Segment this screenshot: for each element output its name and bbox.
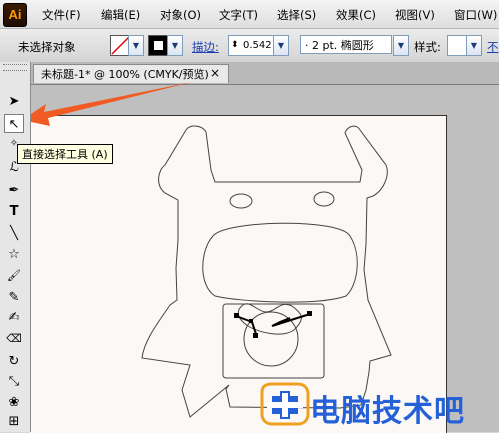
type-tool-icon[interactable]: T — [4, 202, 24, 221]
star-tool-icon[interactable]: ☆ — [4, 245, 24, 264]
anchor-point — [249, 319, 253, 323]
selection-tool-icon[interactable]: ➤ — [4, 92, 24, 111]
watermark-text: 电脑技术吧 — [310, 394, 465, 429]
pen-tool-icon[interactable]: ✒ — [4, 181, 24, 200]
blob-brush-tool-icon[interactable]: ✍ — [4, 308, 24, 327]
direct-select-handle-curve-right — [271, 313, 311, 327]
pencil-tool-icon[interactable]: ✎ — [4, 288, 24, 307]
eraser-tool-icon[interactable]: ⌫ — [4, 329, 24, 348]
cow-left-nostril — [229, 193, 253, 209]
rotate-tool-icon[interactable]: ↻ — [4, 352, 24, 371]
free-transform-tool-icon[interactable]: ⊞ — [4, 412, 24, 431]
anchor-point — [253, 333, 258, 338]
tool-tooltip: 直接选择工具 (A) — [17, 144, 113, 164]
pointer-arrow — [22, 82, 192, 126]
paintbrush-tool-icon[interactable]: 🖌 — [4, 266, 24, 285]
anchor-point — [307, 311, 312, 316]
cow-right-nostril — [313, 191, 335, 207]
cow-body-outline — [141, 125, 392, 418]
anchor-point — [234, 313, 239, 318]
direct-selection-tool-icon[interactable]: ↖ — [4, 114, 24, 133]
toolbox-grip[interactable] — [3, 64, 27, 71]
scale-tool-icon[interactable]: ⤡ — [4, 372, 24, 391]
warp-tool-icon[interactable]: ❀ — [4, 393, 24, 412]
cow-artwork[interactable] — [0, 0, 499, 432]
line-tool-icon[interactable]: ╲ — [4, 224, 24, 243]
cow-snout — [202, 222, 358, 303]
